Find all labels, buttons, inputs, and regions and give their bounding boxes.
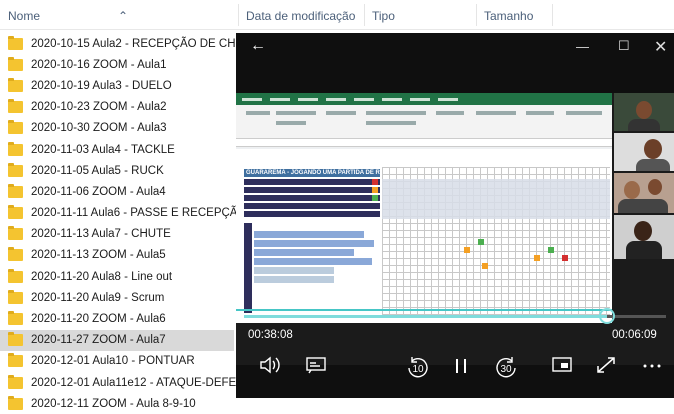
sheet-highlight-line	[236, 309, 612, 311]
ribbon	[236, 105, 612, 139]
maximize-icon[interactable]: ☐	[618, 38, 630, 54]
folder-row[interactable]: 2020-11-06 ZOOM - Aula4	[0, 181, 234, 202]
folder-row[interactable]: 2020-10-30 ZOOM - Aula3	[0, 118, 234, 139]
folder-row[interactable]: 2020-10-16 ZOOM - Aula1	[0, 54, 234, 75]
folder-icon	[8, 35, 23, 50]
sort-up-icon: ⌃	[118, 9, 129, 23]
column-type[interactable]: Tipo	[372, 9, 395, 23]
folder-icon	[8, 56, 23, 71]
folder-name: 2020-11-06 ZOOM - Aula4	[31, 185, 166, 198]
column-size[interactable]: Tamanho	[484, 9, 533, 23]
folder-name: 2020-10-30 ZOOM - Aula3	[31, 122, 167, 135]
folder-row[interactable]: 2020-12-11 ZOOM - Aula 8-9-10	[0, 393, 234, 414]
folder-row[interactable]: 2020-11-20 ZOOM - Aula6	[0, 308, 234, 329]
ribbon-tabs	[236, 93, 612, 105]
folder-name: 2020-12-01 Aula10 - PONTUAR	[31, 355, 195, 368]
skip-forward-seconds: 30	[500, 364, 512, 375]
folder-name: 2020-11-20 ZOOM - Aula6	[31, 313, 166, 326]
captions-icon[interactable]	[304, 355, 328, 380]
folder-icon	[8, 205, 23, 220]
folder-name: 2020-12-01 Aula11e12 - ATAQUE-DEFESA	[31, 376, 252, 389]
folder-list: 2020-10-15 Aula2 - RECEPÇÃO DE CHUTE 2020…	[0, 33, 259, 414]
folder-icon	[8, 226, 23, 241]
folder-row[interactable]: 2020-11-20 Aula9 - Scrum	[0, 287, 234, 308]
sheet-area: GUARAREMA - JOGANDO UMA PARTIDA DE R	[236, 149, 612, 323]
folder-icon	[8, 120, 23, 135]
participant-video	[614, 133, 674, 171]
spreadsheet-screen-share: GUARAREMA - JOGANDO UMA PARTIDA DE R	[236, 93, 612, 323]
folder-row[interactable]: 2020-11-03 Aula4 - TACKLE	[0, 139, 234, 160]
folder-row[interactable]: 2020-11-20 Aula8 - Line out	[0, 266, 234, 287]
column-modified[interactable]: Data de modificação	[246, 9, 355, 23]
folder-name: 2020-10-23 ZOOM - Aula2	[31, 101, 167, 114]
folder-icon	[8, 332, 23, 347]
folder-icon	[8, 395, 23, 410]
folder-row[interactable]: 2020-10-19 Aula3 - DUELO	[0, 75, 234, 96]
folder-name: 2020-12-11 ZOOM - Aula 8-9-10	[31, 397, 196, 410]
folder-row[interactable]: 2020-11-27 ZOOM - Aula7	[0, 329, 234, 351]
folder-icon	[8, 141, 23, 156]
folder-icon	[8, 247, 23, 262]
folder-row[interactable]: 2020-11-11 Aula6 - PASSE E RECEPÇÃO	[0, 203, 246, 224]
folder-icon	[8, 99, 23, 114]
folder-name: 2020-11-13 ZOOM - Aula5	[31, 249, 166, 262]
column-header-bar: Nome ⌃ Data de modificação Tipo Tamanho	[0, 0, 674, 30]
skip-back-icon[interactable]: 10	[404, 355, 432, 384]
folder-row[interactable]: 2020-11-13 ZOOM - Aula5	[0, 245, 234, 266]
folder-icon	[8, 311, 23, 326]
video-player: ← — ☐ ✕ GUARAREMA - JOGANDO UMA PARTIDA …	[236, 33, 674, 398]
folder-row[interactable]: 2020-12-01 Aula11e12 - ATAQUE-DEFESA	[0, 372, 252, 393]
skip-forward-icon[interactable]: 30	[492, 355, 520, 384]
participant-thumbnails	[614, 93, 674, 365]
cast-icon[interactable]	[550, 355, 574, 380]
folder-icon	[8, 183, 23, 198]
video-frame[interactable]: GUARAREMA - JOGANDO UMA PARTIDA DE R	[236, 93, 674, 365]
folder-row[interactable]: 2020-11-05 Aula5 - RUCK	[0, 160, 234, 181]
skip-back-seconds: 10	[412, 364, 424, 375]
folder-name: 2020-11-20 Aula8 - Line out	[31, 270, 173, 283]
column-name[interactable]: Nome	[8, 9, 40, 23]
folder-icon	[8, 353, 23, 368]
column-divider[interactable]	[238, 4, 239, 26]
player-title-bar: ← — ☐ ✕	[236, 33, 674, 63]
folder-name: 2020-10-15 Aula2 - RECEPÇÃO DE CHUTE	[31, 37, 259, 50]
formula-bar	[236, 139, 612, 147]
seek-bar-fill	[244, 315, 607, 318]
folder-row[interactable]: 2020-10-15 Aula2 - RECEPÇÃO DE CHUTE	[0, 33, 259, 54]
folder-name: 2020-11-13 Aula7 - CHUTE	[31, 228, 171, 241]
participant-video	[614, 215, 674, 259]
participant-video	[614, 173, 674, 213]
volume-icon[interactable]	[258, 355, 282, 380]
seek-bar-handle[interactable]	[598, 308, 615, 324]
column-divider[interactable]	[552, 4, 553, 26]
sheet-title: GUARAREMA - JOGANDO UMA PARTIDA DE R	[244, 169, 380, 177]
remaining-time: 00:06:09	[612, 329, 657, 341]
folder-icon	[8, 374, 23, 389]
folder-icon	[8, 268, 23, 283]
arrow-left-icon[interactable]: ←	[250, 37, 266, 55]
fullscreen-icon[interactable]	[594, 355, 618, 380]
folder-name: 2020-11-27 ZOOM - Aula7	[31, 334, 166, 347]
folder-icon	[8, 162, 23, 177]
folder-name: 2020-10-19 Aula3 - DUELO	[31, 79, 172, 92]
folder-icon	[8, 289, 23, 304]
folder-name: 2020-11-03 Aula4 - TACKLE	[31, 143, 175, 156]
folder-row[interactable]: 2020-11-13 Aula7 - CHUTE	[0, 224, 234, 245]
pause-icon[interactable]	[450, 355, 472, 382]
close-icon[interactable]: ✕	[654, 37, 667, 57]
folder-name: 2020-10-16 ZOOM - Aula1	[31, 58, 167, 71]
folder-name: 2020-11-05 Aula5 - RUCK	[31, 164, 164, 177]
folder-name: 2020-11-20 Aula9 - Scrum	[31, 291, 165, 304]
folder-icon	[8, 77, 23, 92]
folder-name: 2020-11-11 Aula6 - PASSE E RECEPÇÃO	[31, 207, 247, 220]
folder-row[interactable]: 2020-12-01 Aula10 - PONTUAR	[0, 351, 234, 372]
column-divider[interactable]	[364, 4, 365, 26]
column-divider[interactable]	[476, 4, 477, 26]
folder-row[interactable]: 2020-10-23 ZOOM - Aula2	[0, 97, 234, 118]
seek-bar[interactable]	[244, 308, 666, 324]
participant-video	[614, 93, 674, 131]
minimize-icon[interactable]: —	[576, 39, 589, 54]
more-icon[interactable]	[640, 355, 664, 380]
elapsed-time: 00:38:08	[248, 329, 293, 341]
